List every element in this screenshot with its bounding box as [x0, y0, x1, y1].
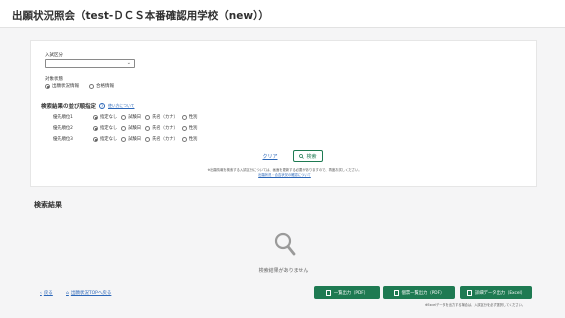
export-individual-pdf-label: 個票一覧出力（PDF） — [401, 290, 445, 296]
radio-option[interactable]: 性別 — [181, 125, 198, 131]
radio-button[interactable] — [145, 136, 151, 142]
radio-button[interactable] — [181, 114, 187, 120]
radio-label: 出願状況情報 — [52, 84, 79, 89]
radio-option[interactable]: 性別 — [181, 136, 198, 142]
radio-option[interactable]: 合格情報 — [89, 83, 114, 89]
priority-3-label: 優先順位3 — [53, 137, 73, 142]
radio-option[interactable]: 試験日 — [121, 114, 141, 120]
radio-label: 指定なし — [100, 137, 118, 142]
radio-label: 氏名（カナ） — [152, 137, 178, 142]
radio-label: 指定なし — [100, 126, 118, 131]
search-icon — [299, 153, 305, 159]
home-icon: ⌂ — [66, 290, 69, 296]
target-state-radios: 出願状況情報 合格情報 — [45, 83, 114, 89]
priority-1-options: 指定なし 試験日 氏名（カナ） 性別 — [93, 114, 197, 120]
search-panel: 入試区分 ⌄ 対象状態 出願状況情報 合格情報 検索結果の並び順指定 ? 使い方… — [30, 40, 537, 187]
results-area: 検索結果がありません ‹ 戻る ⌂ 出願状況TOPへ戻る 一覧出力（PDF） 個… — [30, 210, 537, 316]
radio-label: 指定なし — [100, 115, 118, 120]
export-note: ※Excelデータを出力する場合は、入試区分を必ず選択してください。 — [424, 303, 525, 307]
radio-button[interactable] — [121, 114, 127, 120]
radio-label: 氏名（カナ） — [152, 115, 178, 120]
home-link-label: 出願状況TOPへ戻る — [70, 291, 112, 296]
home-link[interactable]: ⌂ 出願状況TOPへ戻る — [66, 290, 112, 297]
radio-button[interactable] — [121, 125, 127, 131]
radio-option[interactable]: 試験日 — [121, 125, 141, 131]
export-excel-button[interactable]: 詳細データ出力（Excel） — [460, 286, 532, 299]
radio-button[interactable] — [45, 83, 50, 89]
back-link[interactable]: ‹ 戻る — [40, 290, 53, 297]
sort-order-title: 検索結果の並び順指定 — [41, 104, 97, 110]
radio-button[interactable] — [93, 125, 98, 131]
results-title: 検索結果 — [34, 201, 62, 209]
magnifier-icon — [274, 232, 296, 256]
radio-button[interactable] — [93, 136, 98, 142]
radio-option[interactable]: 試験日 — [121, 136, 141, 142]
page-header: 出願状況照会（test-ＤＣＳ本番確認用学校（new）） — [0, 0, 565, 28]
search-button[interactable]: 検索 — [293, 150, 323, 162]
radio-button[interactable] — [93, 114, 98, 120]
radio-option[interactable]: 性別 — [181, 114, 198, 120]
radio-option[interactable]: 氏名（カナ） — [145, 114, 178, 120]
radio-button[interactable] — [181, 125, 187, 131]
target-state-label: 対象状態 — [45, 77, 63, 82]
document-icon — [325, 289, 331, 296]
exam-type-label: 入試区分 — [45, 53, 63, 58]
clear-button[interactable]: クリア — [259, 152, 281, 162]
chevron-left-icon: ‹ — [40, 290, 42, 296]
sort-order-header: 検索結果の並び順指定 ? 使い方について — [41, 102, 134, 110]
radio-button[interactable] — [89, 83, 94, 89]
priority-2-label: 優先順位2 — [53, 126, 73, 131]
priority-2-options: 指定なし 試験日 氏名（カナ） 性別 — [93, 125, 197, 131]
spreadsheet-icon — [466, 289, 472, 296]
radio-button[interactable] — [181, 136, 187, 142]
radio-label: 試験日 — [128, 115, 142, 120]
export-list-pdf-button[interactable]: 一覧出力（PDF） — [314, 286, 380, 299]
radio-option[interactable]: 指定なし — [93, 136, 117, 142]
radio-label: 性別 — [188, 126, 198, 131]
help-icon[interactable]: ? — [99, 103, 106, 109]
radio-option[interactable]: 指定なし — [93, 125, 117, 131]
radio-button[interactable] — [121, 136, 127, 142]
radio-option[interactable]: 出願状況情報 — [45, 83, 79, 89]
export-excel-label: 詳細データ出力（Excel） — [474, 290, 526, 296]
export-individual-pdf-button[interactable]: 個票一覧出力（PDF） — [383, 286, 455, 299]
radio-label: 試験日 — [128, 137, 142, 142]
search-button-label: 検索 — [306, 153, 317, 160]
radio-button[interactable] — [145, 114, 151, 120]
radio-option[interactable]: 氏名（カナ） — [145, 125, 178, 131]
chevron-down-icon: ⌄ — [126, 60, 131, 66]
radio-button[interactable] — [145, 125, 151, 131]
radio-option[interactable]: 氏名（カナ） — [145, 136, 178, 142]
document-icon — [393, 289, 399, 296]
priority-1-label: 優先順位1 — [53, 115, 73, 120]
priority-3-options: 指定なし 試験日 氏名（カナ） 性別 — [93, 136, 197, 142]
export-list-pdf-label: 一覧出力（PDF） — [333, 290, 369, 296]
back-link-label: 戻る — [43, 291, 53, 296]
radio-option[interactable]: 指定なし — [93, 114, 117, 120]
radio-label: 試験日 — [128, 126, 142, 131]
radio-label: 氏名（カナ） — [152, 126, 178, 131]
search-note-link[interactable]: 出願状況・合否状況の確認について — [31, 172, 538, 177]
radio-label: 性別 — [188, 115, 198, 120]
page-title: 出願状況照会（test-ＤＣＳ本番確認用学校（new）） — [12, 10, 269, 22]
radio-label: 性別 — [188, 137, 198, 142]
radio-label: 合格情報 — [96, 84, 114, 89]
exam-type-select[interactable]: ⌄ — [45, 59, 135, 68]
help-link[interactable]: 使い方について — [108, 103, 134, 109]
empty-results-message: 検索結果がありません — [258, 268, 309, 274]
